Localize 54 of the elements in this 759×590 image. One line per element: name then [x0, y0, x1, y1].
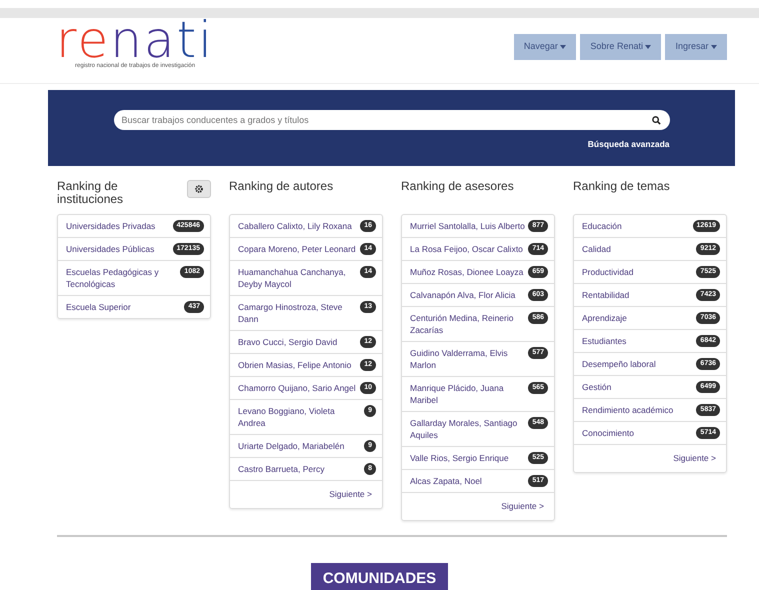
ranking-item-link[interactable]: Desempeño laboral: [582, 358, 656, 370]
logo[interactable]: re nati: [56, 18, 214, 62]
ranking-item-link[interactable]: Chamorro Quijano, Sario Angel: [238, 382, 356, 394]
search-icon[interactable]: [652, 116, 660, 125]
settings-button[interactable]: [187, 180, 211, 198]
ranking-item-link[interactable]: Calvanapón Alva, Flor Alicia: [410, 289, 516, 301]
ranking-item-link[interactable]: Productividad: [582, 266, 634, 278]
ranking-item-link[interactable]: Valle Rios, Sergio Enrique: [410, 452, 509, 464]
ranking-item-link[interactable]: Alcas Zapata, Noel: [410, 475, 482, 487]
ranking-item-link[interactable]: Educación: [582, 220, 622, 232]
ranking-item-link[interactable]: Rendimiento académico: [582, 404, 674, 416]
ranking-title: Ranking de instituciones: [57, 180, 124, 206]
ranking-item-link[interactable]: Conocimiento: [582, 427, 634, 439]
ranking-item-link[interactable]: Bravo Cucci, Sergio David: [238, 336, 338, 348]
ranking-item-link[interactable]: Obrien Masias, Felipe Antonio: [238, 359, 352, 371]
ranking-item-link[interactable]: La Rosa Feijoo, Oscar Calixto: [410, 243, 523, 255]
nav-menu-button[interactable]: Ingresar: [665, 34, 727, 60]
ranking-item-link[interactable]: Murriel Santolalla, Luis Alberto: [410, 220, 525, 232]
gear-icon: [195, 185, 203, 193]
ranking-item-link[interactable]: Castro Barrueta, Percy: [238, 463, 324, 475]
caret-icon: [711, 44, 717, 49]
ranking-title: Ranking de autores: [229, 180, 334, 193]
ranking-item-link[interactable]: Levano Boggiano, Violeta Andrea: [238, 405, 362, 429]
ranking-item-link[interactable]: Guidino Valderrama, Elvis Marlon: [410, 347, 526, 371]
next-link[interactable]: Siguiente >: [329, 488, 372, 501]
advanced-search-link[interactable]: Búsqueda avanzada: [588, 138, 670, 151]
ranking-item-link[interactable]: Rentabilidad: [582, 289, 630, 301]
next-link[interactable]: Siguiente >: [673, 452, 716, 465]
nav-menu-button[interactable]: Sobre Renati: [580, 34, 662, 60]
ranking-item-link[interactable]: Escuelas Pedagógicas y Tecnológicas: [66, 266, 178, 290]
ranking-item-link[interactable]: Universidades Públicas: [66, 243, 154, 255]
ranking-item-link[interactable]: Centurión Medina, Reinerio Zacarías: [410, 312, 526, 336]
ranking-item-link[interactable]: Camargo Hinostroza, Steve Dann: [238, 301, 358, 325]
next-link[interactable]: Siguiente >: [501, 500, 544, 513]
ranking-item-link[interactable]: Universidades Privadas: [66, 220, 156, 232]
ranking-item-link[interactable]: Gallarday Morales, Santiago Aquiles: [410, 417, 526, 441]
ranking-item-link[interactable]: Aprendizaje: [582, 312, 627, 324]
ranking-item-link[interactable]: Copara Moreno, Peter Leonard: [238, 243, 356, 255]
ranking-item-link[interactable]: Estudiantes: [582, 335, 626, 347]
caret-icon: [645, 44, 652, 49]
ranking-title: Ranking de temas: [573, 180, 670, 193]
communities-button[interactable]: COMUNIDADES: [310, 562, 448, 590]
search-field[interactable]: Buscar trabajos conducentes a grados y títulos: [114, 110, 670, 130]
ranking-title: Ranking de asesores: [401, 180, 514, 193]
nav-menu-button[interactable]: Navegar: [514, 34, 576, 60]
ranking-item-link[interactable]: Muñoz Rosas, Dionee Loayza: [410, 266, 524, 278]
ranking-item-link[interactable]: Escuela Superior: [66, 301, 131, 313]
ranking-item-link[interactable]: Gestión: [582, 381, 612, 393]
caret-icon: [560, 44, 566, 49]
ranking-item-link[interactable]: Calidad: [582, 243, 611, 255]
ranking-item-link[interactable]: Caballero Calixto, Lily Roxana: [238, 220, 352, 232]
ranking-item-link[interactable]: Huamanchahua Canchanya, Deyby Maycol: [238, 266, 358, 290]
ranking-item-link[interactable]: Manrique Plácido, Juana Maribel: [410, 382, 526, 406]
ranking-item-link[interactable]: Uriarte Delgado, Mariabelén: [238, 440, 344, 452]
